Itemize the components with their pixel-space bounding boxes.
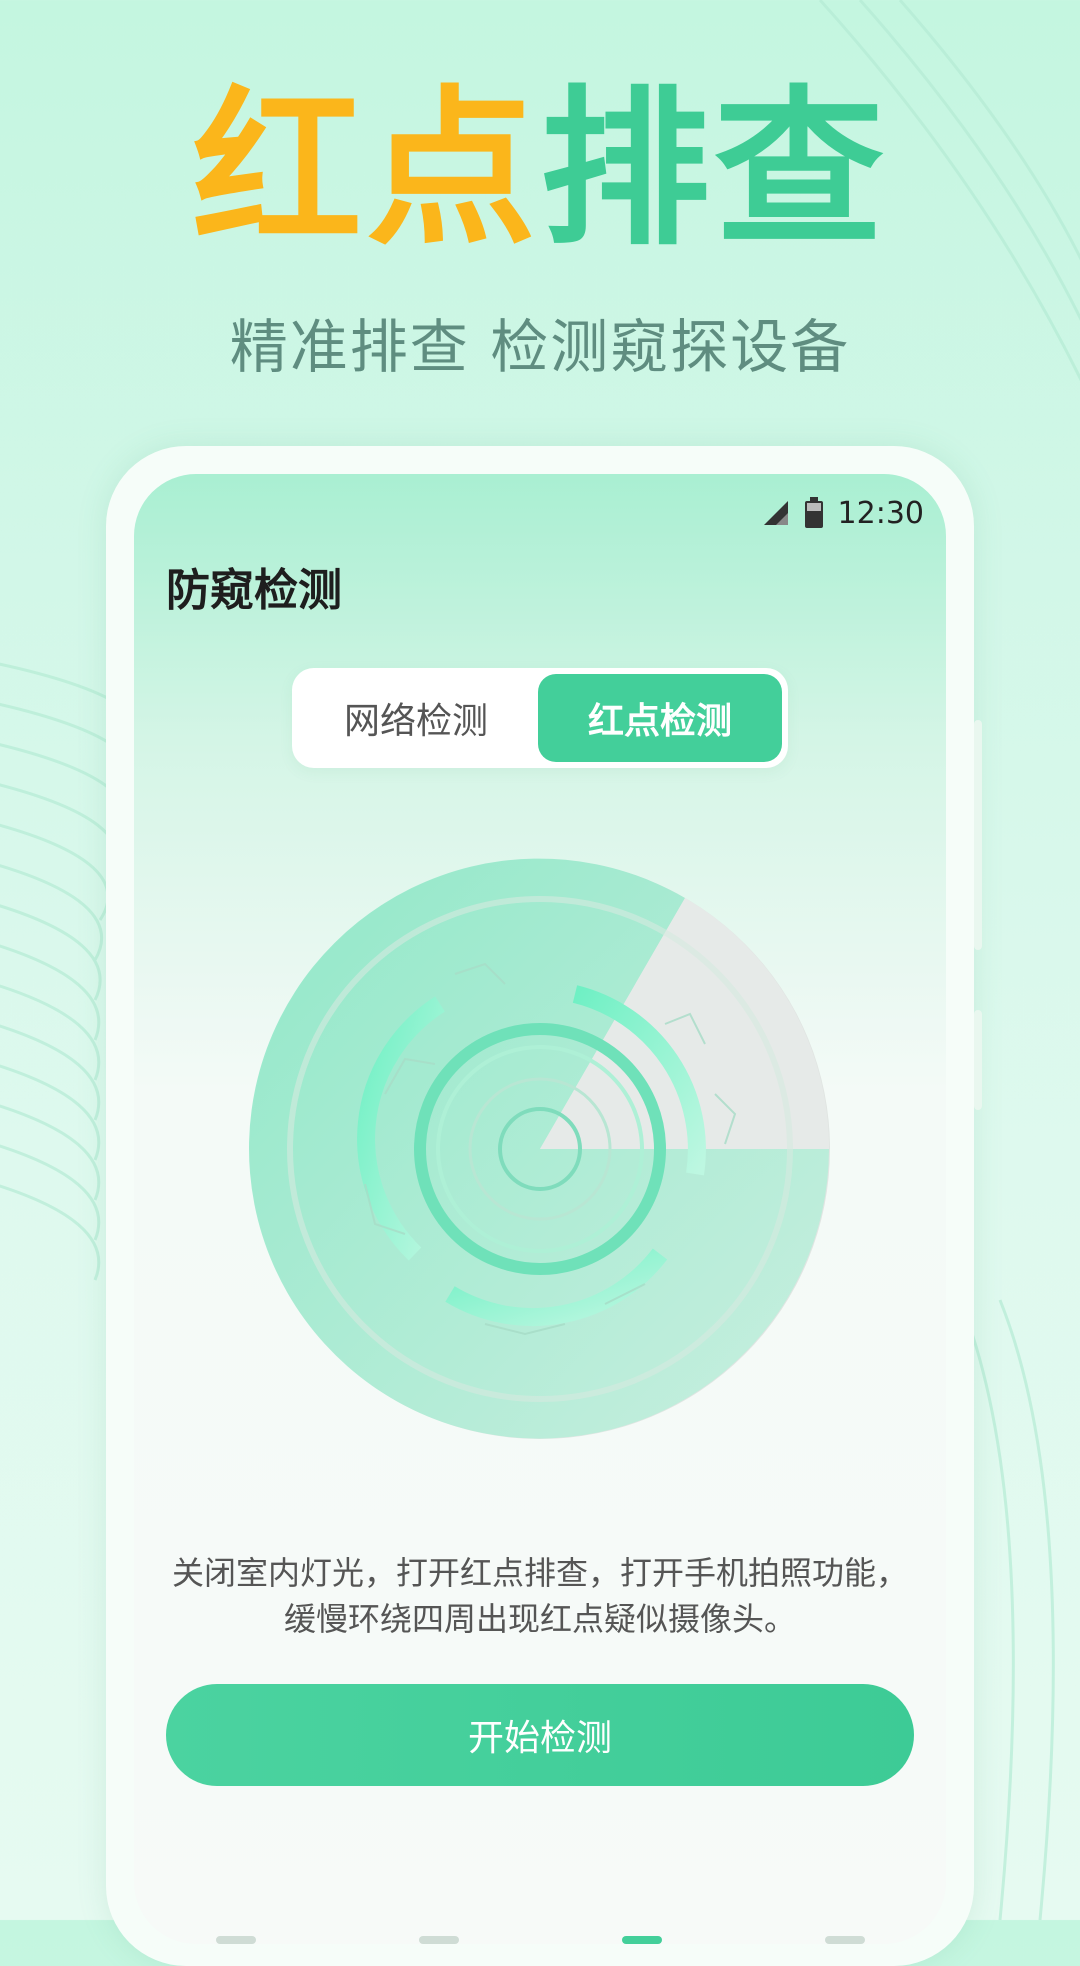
instructions-line-1: 关闭室内灯光，打开红点排查，打开手机拍照功能，: [171, 1554, 908, 1592]
bottom-nav-hint: [134, 1926, 946, 1944]
headline-part-check: 排查: [540, 71, 889, 269]
phone-screen: 12:30 防窥检测 网络检测 红点检测 关闭室内灯光，打开红点排查，打开手机拍…: [134, 474, 946, 1944]
detection-instructions: 关闭室内灯光，打开红点排查，打开手机拍照功能， 缓慢环绕四周出现红点疑似摄像头。: [154, 1550, 926, 1642]
nav-item[interactable]: [418, 1936, 459, 1944]
page-title: 防窥检测: [166, 565, 342, 616]
phone-side-button: [974, 1010, 982, 1110]
tab-red-dot-detection[interactable]: 红点检测: [538, 674, 782, 762]
detection-mode-switch: 网络检测 红点检测: [292, 668, 788, 768]
instructions-line-2: 缓慢环绕四周出现红点疑似摄像头。: [283, 1600, 796, 1638]
signal-icon: [763, 501, 788, 525]
nav-item-active[interactable]: [621, 1936, 662, 1944]
status-bar: 12:30: [762, 488, 924, 538]
radar-scan-icon: [249, 858, 830, 1439]
nav-item[interactable]: [215, 1936, 256, 1944]
start-detection-button[interactable]: 开始检测: [166, 1684, 914, 1786]
phone-side-button: [974, 720, 982, 950]
promo-headline: 红点排查: [0, 80, 1080, 260]
nav-item[interactable]: [824, 1936, 865, 1944]
battery-icon: [804, 497, 823, 528]
promo-subtitle: 精准排查 检测窥探设备: [229, 313, 851, 381]
status-time: 12:30: [837, 495, 924, 531]
tab-network-detection[interactable]: 网络检测: [298, 674, 534, 762]
headline-part-red-dot: 红点: [191, 71, 540, 269]
